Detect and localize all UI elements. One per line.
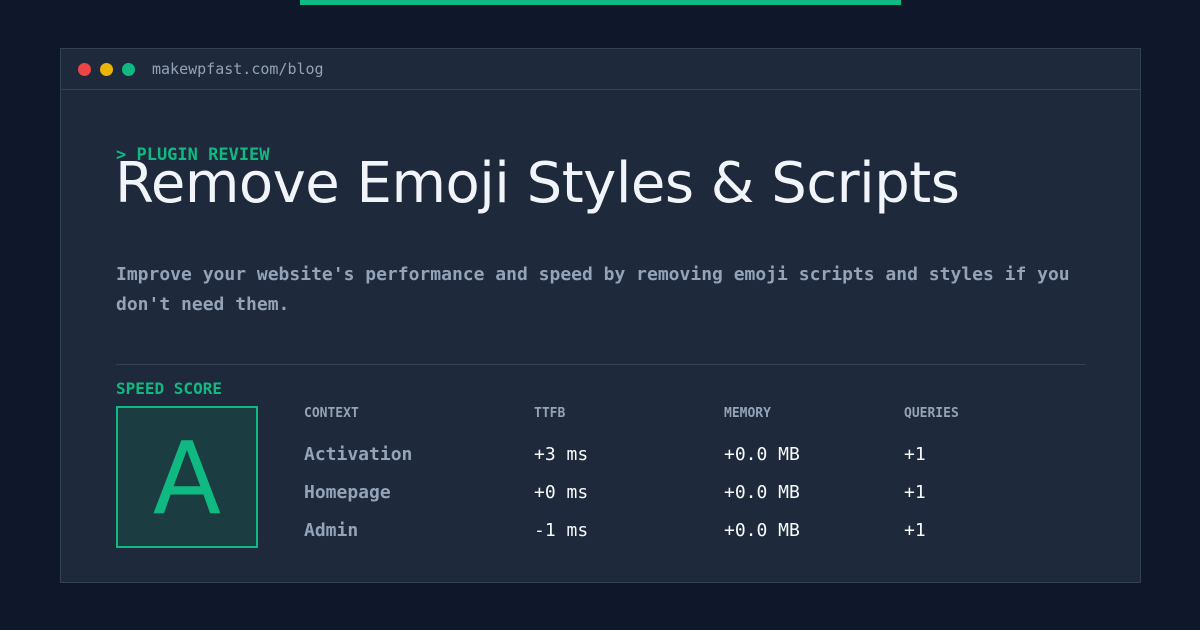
speed-score-badge: A [116,406,258,548]
row-queries-homepage: +1 [904,482,926,503]
row-memory-admin: +0.0 MB [724,520,800,541]
row-context-activation: Activation [304,444,413,465]
article-description: Improve your website's performance and s… [116,264,1070,315]
row-context-homepage: Homepage [304,482,391,503]
row-memory-activation: +0.0 MB [724,444,800,465]
section-divider [116,364,1086,365]
column-header-ttfb: TTFB [534,406,566,421]
row-ttfb-activation: +3 ms [534,444,589,465]
top-accent-bar [300,0,901,5]
column-header-memory: MEMORY [724,406,771,421]
close-window-icon[interactable] [78,63,91,76]
browser-window: makewpfast.com/blog > PLUGIN REVIEW Remo… [60,48,1141,583]
page-title: Remove Emoji Styles & Scripts [115,151,960,216]
row-ttfb-admin: -1 ms [534,520,589,541]
row-ttfb-homepage: +0 ms [534,482,589,503]
row-queries-activation: +1 [904,444,926,465]
speed-score-label: SPEED SCORE [116,379,222,398]
minimize-window-icon[interactable] [100,63,113,76]
row-queries-admin: +1 [904,520,926,541]
column-header-queries: QUERIES [904,406,959,421]
row-context-admin: Admin [304,520,359,541]
browser-titlebar: makewpfast.com/blog [61,49,1140,90]
column-header-context: CONTEXT [304,406,359,421]
maximize-window-icon[interactable] [122,63,135,76]
address-url[interactable]: makewpfast.com/blog [152,59,324,79]
speed-score-grade: A [152,420,222,537]
row-memory-homepage: +0.0 MB [724,482,800,503]
